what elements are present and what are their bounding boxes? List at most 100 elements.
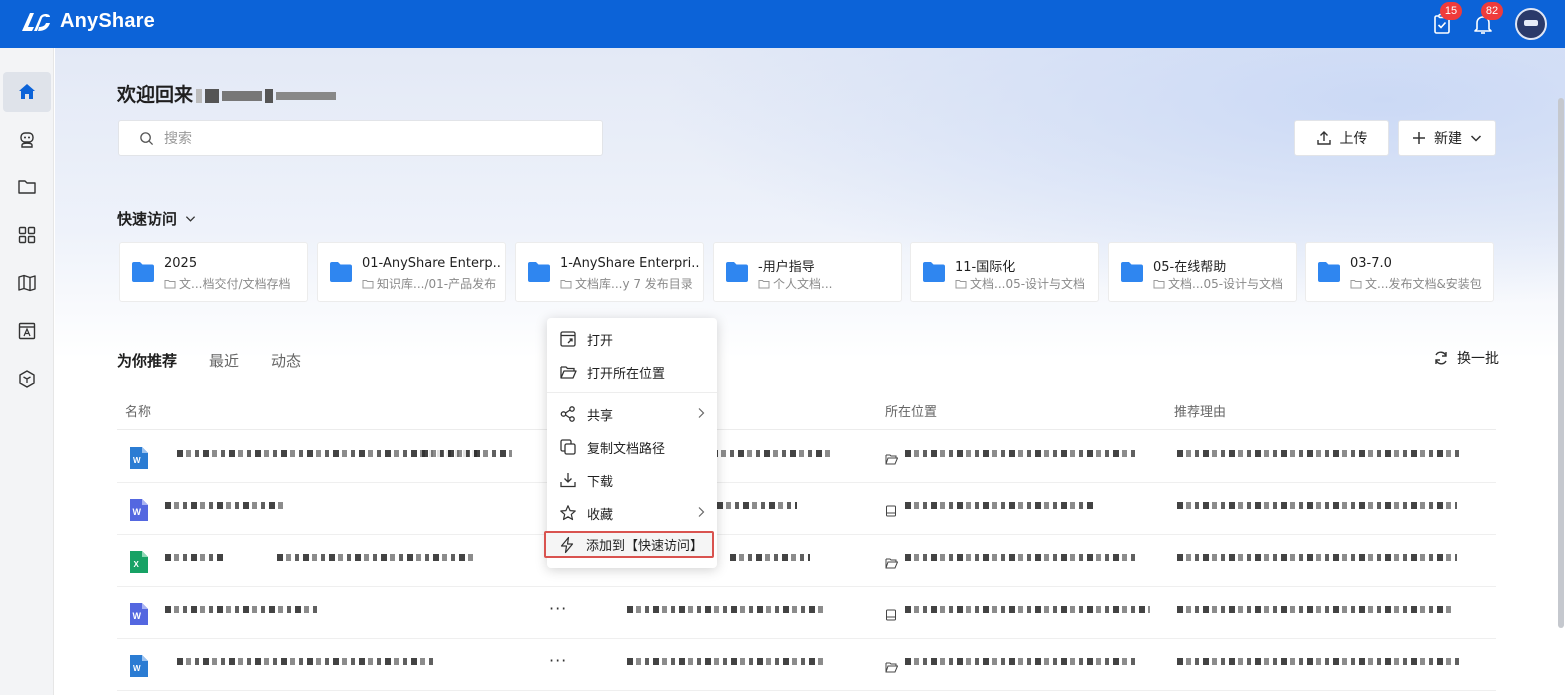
svg-text:W: W bbox=[133, 611, 142, 621]
folder-outline-icon bbox=[758, 279, 770, 288]
redacted-username bbox=[276, 91, 337, 100]
redacted-text bbox=[730, 554, 810, 561]
table-row[interactable]: W bbox=[117, 431, 1496, 483]
tab-recent[interactable]: 最近 bbox=[209, 350, 239, 371]
menu-item-favorite[interactable]: 收藏 bbox=[547, 498, 717, 528]
redacted-text bbox=[905, 502, 1095, 509]
quick-access-card-name: 2025 bbox=[164, 256, 198, 271]
search-input[interactable]: 搜索 bbox=[118, 120, 603, 156]
search-icon bbox=[140, 131, 154, 145]
menu-item-share[interactable]: 共享 bbox=[547, 399, 717, 429]
redacted-text bbox=[165, 502, 285, 509]
quick-access-card[interactable]: 03-7.0 文...发布文档&安装包 bbox=[1305, 242, 1494, 302]
new-label: 新建 bbox=[1434, 131, 1462, 147]
location-icon bbox=[885, 658, 899, 677]
upload-label: 上传 bbox=[1339, 131, 1368, 147]
menu-item-add-quick-access[interactable]: 添加到【快速访问】 bbox=[544, 531, 714, 558]
sidebar-item-documents[interactable] bbox=[3, 167, 51, 207]
svg-text:W: W bbox=[133, 456, 141, 465]
menu-open-label: 打开 bbox=[587, 333, 614, 349]
refresh-label: 换一批 bbox=[1457, 351, 1499, 367]
table-row[interactable]: W bbox=[117, 483, 1496, 535]
redacted-text bbox=[422, 450, 512, 457]
folder-open-icon bbox=[885, 454, 899, 465]
tasks-button[interactable]: 15 bbox=[1430, 2, 1462, 36]
quick-access-card-path: 文...档交付/文档存档 bbox=[164, 275, 306, 292]
user-avatar[interactable] bbox=[1515, 8, 1547, 40]
chevron-down-icon bbox=[1470, 135, 1482, 142]
quick-access-card-path-text: 文...发布文档&安装包 bbox=[1365, 277, 1482, 291]
menu-share-label: 共享 bbox=[587, 408, 614, 424]
table-row[interactable]: W ··· bbox=[117, 587, 1496, 639]
folder-open-icon bbox=[885, 558, 899, 569]
refresh-icon bbox=[1435, 351, 1447, 365]
tab-activity[interactable]: 动态 bbox=[271, 350, 301, 371]
word-doc-icon: W bbox=[130, 655, 148, 677]
app-logo[interactable]: AnyShare bbox=[20, 10, 155, 33]
more-actions-button[interactable]: ··· bbox=[549, 651, 567, 670]
sidebar-item-home[interactable] bbox=[3, 72, 51, 112]
location-icon bbox=[885, 554, 899, 573]
sidebar-item-map[interactable] bbox=[3, 263, 51, 303]
chevron-right-icon bbox=[698, 507, 705, 517]
quick-access-card[interactable]: 2025 文...档交付/文档存档 bbox=[119, 242, 308, 302]
table-header: 名称 所在位置 推荐理由 bbox=[117, 386, 1496, 430]
sidebar-item-workbench[interactable] bbox=[3, 359, 51, 399]
hexagon-box-icon bbox=[19, 370, 35, 388]
redacted-text bbox=[1177, 658, 1462, 665]
column-location: 所在位置 bbox=[885, 405, 938, 420]
quick-access-title: 快速访问 bbox=[117, 210, 178, 228]
menu-item-download[interactable]: 下载 bbox=[547, 465, 717, 495]
quick-access-card-path: 文档库...y 7 发布目录 bbox=[560, 275, 702, 292]
quick-access-card[interactable]: 05-在线帮助 文档...05-设计与文档 bbox=[1108, 242, 1297, 302]
quick-access-toggle[interactable]: 快速访问 bbox=[117, 208, 196, 229]
tab-recommended[interactable]: 为你推荐 bbox=[117, 350, 177, 371]
location-icon bbox=[885, 606, 897, 625]
notifications-button[interactable]: 82 bbox=[1471, 2, 1503, 36]
folder-icon bbox=[330, 262, 352, 282]
sidebar-item-assistant[interactable] bbox=[3, 120, 51, 160]
star-icon bbox=[560, 505, 576, 521]
menu-favorite-label: 收藏 bbox=[587, 507, 614, 523]
menu-open-location-label: 打开所在位置 bbox=[587, 366, 666, 382]
redacted-text bbox=[1177, 554, 1457, 561]
quick-access-card-path: 知识库.../01-产品发布 bbox=[362, 275, 504, 292]
redacted-text bbox=[1177, 450, 1462, 457]
folder-open-icon bbox=[560, 366, 577, 379]
quick-access-card-path-text: 文档...05-设计与文档 bbox=[970, 277, 1086, 291]
lightning-icon bbox=[560, 536, 574, 553]
sidebar-item-apps[interactable] bbox=[3, 215, 51, 255]
home-icon bbox=[19, 84, 35, 99]
word-doc-icon: W bbox=[130, 447, 148, 469]
more-actions-button[interactable]: ··· bbox=[549, 599, 567, 618]
menu-item-open[interactable]: 打开 bbox=[547, 324, 717, 354]
refresh-button[interactable]: 换一批 bbox=[1433, 348, 1499, 368]
quick-access-card-path-text: 个人文档... bbox=[773, 277, 833, 291]
table-row[interactable]: W ··· bbox=[117, 639, 1496, 691]
open-external-icon bbox=[560, 331, 576, 347]
document-viewer-icon bbox=[18, 322, 36, 340]
anyshare-logo-icon bbox=[22, 12, 50, 31]
quick-access-card[interactable]: -用户指导 个人文档... bbox=[713, 242, 902, 302]
quick-access-card-name: 1-AnyShare Enterpri... bbox=[560, 256, 700, 271]
quick-access-card-path: 文档...05-设计与文档 bbox=[1153, 275, 1295, 292]
scrollbar[interactable] bbox=[1558, 98, 1564, 628]
menu-item-open-location[interactable]: 打开所在位置 bbox=[547, 357, 717, 387]
upload-button[interactable]: 上传 bbox=[1294, 120, 1389, 156]
location-icon bbox=[885, 502, 897, 521]
sidebar-item-viewer[interactable] bbox=[3, 311, 51, 351]
table-row[interactable]: X bbox=[117, 535, 1496, 587]
quick-access-card[interactable]: 1-AnyShare Enterpri... 文档库...y 7 发布目录 bbox=[515, 242, 704, 302]
redacted-username bbox=[265, 88, 274, 103]
quick-access-card[interactable]: 01-AnyShare Enterp... 知识库.../01-产品发布 bbox=[317, 242, 506, 302]
menu-download-label: 下载 bbox=[587, 474, 614, 490]
menu-item-copy-path[interactable]: 复制文档路径 bbox=[547, 432, 717, 462]
search-placeholder: 搜索 bbox=[164, 131, 192, 147]
quick-access-card[interactable]: 11-国际化 文档...05-设计与文档 bbox=[910, 242, 1099, 302]
new-button[interactable]: 新建 bbox=[1398, 120, 1496, 156]
file-type-icon: W bbox=[127, 498, 149, 526]
redacted-username bbox=[205, 88, 220, 103]
excel-doc-icon: X bbox=[130, 551, 148, 573]
folder-outline-icon bbox=[362, 279, 374, 288]
file-type-icon: W bbox=[127, 446, 149, 474]
